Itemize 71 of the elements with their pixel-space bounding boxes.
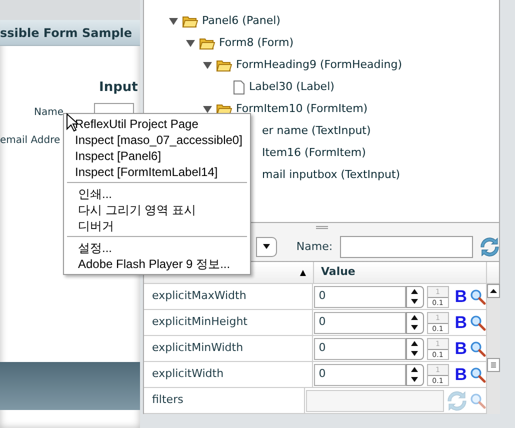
field-label: email Addre bbox=[0, 134, 60, 148]
folder-icon bbox=[216, 58, 232, 72]
value-field[interactable]: 0 bbox=[314, 364, 406, 386]
property-name: explicitWidth bbox=[144, 362, 313, 387]
property-name: explicitMinHeight bbox=[144, 310, 313, 335]
folder-icon bbox=[199, 36, 215, 50]
magnifier-icon[interactable] bbox=[470, 314, 486, 330]
stepper[interactable] bbox=[406, 286, 424, 308]
scroll-thumb[interactable] bbox=[487, 358, 500, 372]
up-arrow-icon[interactable] bbox=[411, 367, 418, 372]
app-title: ssible Form Sample bbox=[0, 24, 132, 42]
tree-item[interactable]: er name (TextInput) bbox=[262, 122, 371, 140]
menu-item[interactable]: ReflexUtil Project Page bbox=[61, 116, 253, 132]
scroll-up-icon[interactable] bbox=[487, 284, 500, 298]
down-arrow-icon[interactable] bbox=[411, 325, 418, 330]
bind-button[interactable]: B bbox=[454, 314, 467, 331]
magnifier-icon[interactable] bbox=[470, 366, 486, 382]
menu-item[interactable]: Adobe Flash Player 9 정보... bbox=[64, 256, 250, 272]
column-header[interactable]: Value bbox=[314, 262, 486, 283]
expanded-triangle-icon[interactable] bbox=[169, 16, 178, 26]
expanded-triangle-icon[interactable] bbox=[203, 60, 212, 70]
tree-item[interactable]: mail inputbox (TextInput) bbox=[262, 166, 400, 184]
folder-icon bbox=[216, 102, 232, 116]
scrollbar[interactable] bbox=[486, 284, 500, 414]
dropdown-button[interactable] bbox=[256, 236, 278, 257]
up-arrow-icon[interactable] bbox=[411, 289, 418, 294]
stepper[interactable] bbox=[406, 364, 424, 386]
down-arrow-icon[interactable] bbox=[411, 351, 418, 356]
expanded-triangle-icon[interactable] bbox=[186, 38, 195, 48]
tree-item[interactable]: Form8 (Form) bbox=[219, 34, 294, 52]
folder-icon bbox=[182, 14, 198, 28]
tree-item[interactable]: Item16 (FormItem) bbox=[262, 144, 366, 162]
value-field[interactable] bbox=[306, 390, 444, 412]
tree-item[interactable]: Label30 (Label) bbox=[249, 78, 334, 96]
property-name: explicitMaxWidth bbox=[144, 284, 313, 309]
name-label: Name: bbox=[296, 238, 333, 255]
property-name: explicitMinWidth bbox=[144, 336, 313, 361]
expanded-triangle-icon[interactable] bbox=[203, 104, 212, 114]
name-input[interactable] bbox=[340, 236, 473, 258]
form-heading: Input bbox=[99, 79, 139, 97]
splitter-handle[interactable] bbox=[316, 226, 328, 230]
tree-item[interactable]: FormHeading9 (FormHeading) bbox=[236, 56, 402, 74]
menu-item[interactable]: Inspect [Panel6] bbox=[61, 148, 253, 164]
stepper[interactable] bbox=[406, 338, 424, 360]
magnifier-icon[interactable] bbox=[470, 340, 486, 356]
bind-button[interactable]: B bbox=[454, 340, 467, 357]
caret-icon bbox=[263, 244, 270, 250]
up-arrow-icon[interactable] bbox=[411, 341, 418, 346]
bind-button[interactable]: B bbox=[454, 288, 467, 305]
menu-item[interactable]: Inspect [FormItemLabel14] bbox=[61, 164, 253, 180]
stepper[interactable] bbox=[406, 312, 424, 334]
bind-button[interactable]: B bbox=[454, 366, 467, 383]
tree-item[interactable]: FormItem10 (FormItem) bbox=[236, 100, 368, 118]
menu-item[interactable]: 인쇄... bbox=[64, 186, 250, 202]
field-label: Name bbox=[34, 106, 64, 120]
property-name: filters bbox=[144, 388, 305, 413]
magnifier-icon[interactable] bbox=[470, 288, 486, 304]
menu-item[interactable]: 디버거 bbox=[64, 218, 250, 234]
menu-item[interactable]: Inspect [maso_07_accessible0] bbox=[61, 132, 253, 148]
down-arrow-icon[interactable] bbox=[411, 377, 418, 382]
tree-item[interactable]: Panel6 (Panel) bbox=[202, 12, 280, 30]
refresh-icon[interactable] bbox=[480, 236, 499, 257]
menu-item[interactable]: 설정... bbox=[64, 240, 250, 256]
menu-item[interactable]: 다시 그리기 영역 표시 bbox=[64, 202, 250, 218]
up-arrow-icon[interactable] bbox=[411, 315, 418, 320]
value-field[interactable]: 0 bbox=[314, 338, 406, 360]
document-icon bbox=[233, 80, 245, 94]
value-field[interactable]: 0 bbox=[314, 286, 406, 308]
sort-icon[interactable]: ▲ bbox=[300, 266, 306, 278]
value-field[interactable]: 0 bbox=[314, 312, 406, 334]
down-arrow-icon[interactable] bbox=[411, 299, 418, 304]
